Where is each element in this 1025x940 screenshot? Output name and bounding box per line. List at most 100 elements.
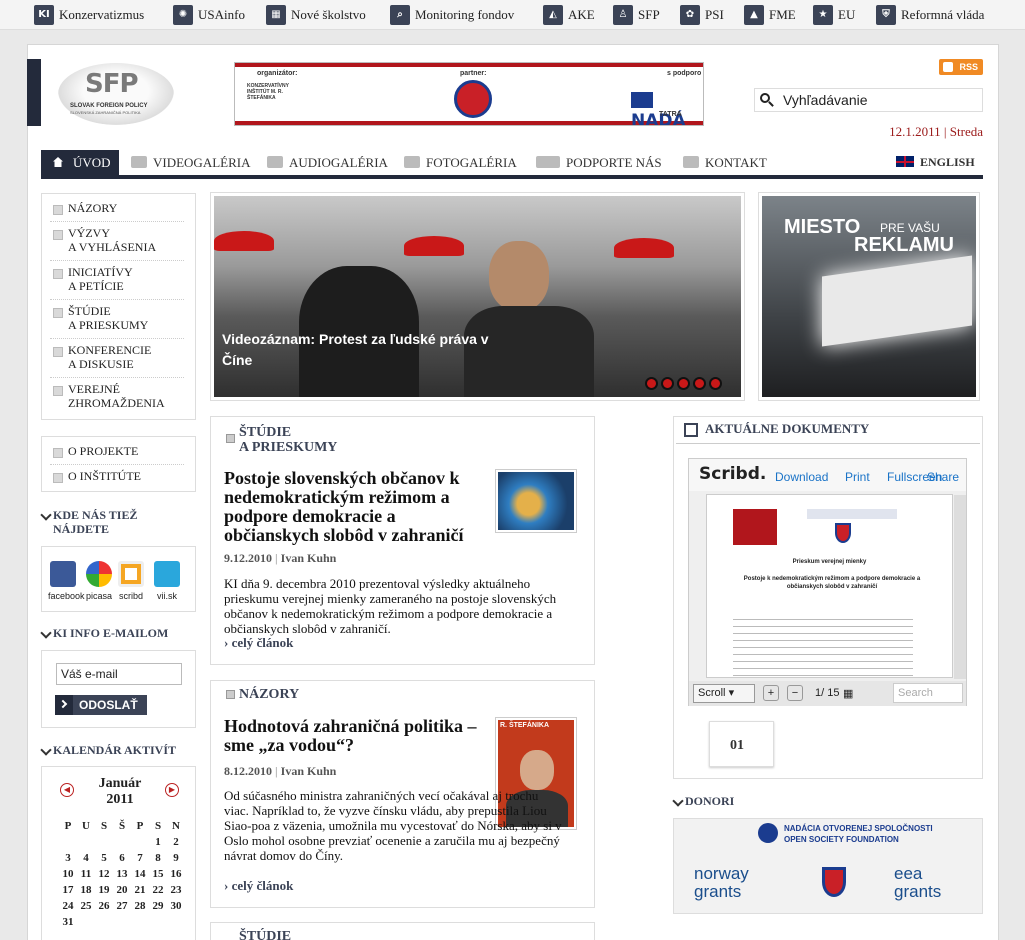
- send-button[interactable]: ODOSLAŤ: [55, 695, 147, 715]
- article-author[interactable]: Ivan Kuhn: [281, 551, 337, 565]
- menu-item-konferencie[interactable]: KONFERENCIE A DISKUSIE: [50, 343, 184, 378]
- calendar-day[interactable]: 1: [149, 836, 167, 848]
- calendar-prev-icon[interactable]: ◀: [60, 783, 74, 797]
- article-title[interactable]: Postoje slovenských občanov k nedemokrat…: [224, 469, 494, 545]
- nav-fotogaleria[interactable]: FOTOGALÉRIA: [404, 150, 517, 175]
- nos-name[interactable]: NADÁCIA OTVORENEJ SPOLOČNOSTI OPEN SOCIET…: [784, 823, 933, 845]
- menu-item-o-institute[interactable]: O INŠTITÚTE: [50, 469, 184, 487]
- nav-english[interactable]: ENGLISH: [896, 150, 975, 175]
- network-link-usainfo[interactable]: ✺ USAinfo: [173, 5, 245, 25]
- nav-audiogaleria[interactable]: AUDIOGALÉRIA: [267, 150, 388, 175]
- network-link-konzervatizmus[interactable]: KI Konzervatizmus: [34, 5, 144, 25]
- calendar-day[interactable]: 13: [113, 868, 131, 880]
- calendar-day[interactable]: 6: [113, 852, 131, 864]
- calendar-day[interactable]: 2: [167, 836, 185, 848]
- hero-caption[interactable]: Videozáznam: Protest za ľudské práva v Č…: [222, 329, 522, 371]
- calendar-day[interactable]: 24: [59, 900, 77, 912]
- calendar-day[interactable]: 21: [131, 884, 149, 896]
- article-section-label[interactable]: ŠTÚDIE: [239, 930, 291, 940]
- article-title[interactable]: Hodnotová zahraničná politika – sme „za …: [224, 717, 494, 755]
- vii-link[interactable]: vii.sk: [152, 561, 182, 601]
- grid-view-icon[interactable]: ▦: [843, 687, 853, 700]
- scribd-download-link[interactable]: Download: [775, 470, 828, 484]
- calendar-day[interactable]: 9: [167, 852, 185, 864]
- facebook-link[interactable]: facebook: [48, 561, 85, 601]
- menu-item-studie[interactable]: ŠTÚDIE A PRIESKUMY: [50, 304, 184, 339]
- calendar-day[interactable]: 11: [77, 868, 95, 880]
- eea-grants-logo[interactable]: eea grants: [894, 865, 964, 901]
- find-us-heading: KDE NÁS TIEŽ NÁJDETE: [41, 508, 137, 536]
- network-link-sfp[interactable]: ♙ SFP: [613, 5, 660, 25]
- read-more-link[interactable]: › celý článok: [224, 635, 293, 651]
- menu-item-iniciativy[interactable]: INICIATÍVY A PETÍCIE: [50, 265, 184, 300]
- network-link-monitoring-fondov[interactable]: ⌕ Monitoring fondov: [390, 5, 514, 25]
- calendar-day[interactable]: 29: [149, 900, 167, 912]
- slider-dot[interactable]: [661, 377, 674, 390]
- network-link-psi[interactable]: ✿ PSI: [680, 5, 724, 25]
- network-link-fme[interactable]: ▲ FME: [744, 5, 796, 25]
- article-thumbnail[interactable]: [495, 469, 577, 533]
- ad-banner[interactable]: MIESTO PRE VAŠU REKLAMU: [762, 196, 976, 397]
- article-section-label[interactable]: ŠTÚDIE A PRIESKUMY: [239, 425, 337, 455]
- calendar-day[interactable]: 19: [95, 884, 113, 896]
- scribd-share-link[interactable]: Share: [927, 470, 959, 484]
- calendar-day[interactable]: 25: [77, 900, 95, 912]
- article-section-label[interactable]: NÁZORY: [239, 688, 299, 702]
- calendar-day[interactable]: 23: [167, 884, 185, 896]
- calendar-day[interactable]: 31: [59, 916, 77, 928]
- menu-item-verejne[interactable]: VEREJNÉ ZHROMAŽDENIA: [50, 382, 184, 415]
- slider-dot[interactable]: [709, 377, 722, 390]
- zoom-out-icon[interactable]: −: [787, 685, 803, 701]
- article-author[interactable]: Ivan Kuhn: [281, 764, 337, 778]
- calendar-day[interactable]: 4: [77, 852, 95, 864]
- document-number-tile[interactable]: 01: [709, 721, 774, 767]
- email-field[interactable]: Váš e-mail: [56, 663, 182, 685]
- calendar-day[interactable]: 10: [59, 868, 77, 880]
- nav-kontakt[interactable]: KONTAKT: [683, 150, 767, 175]
- calendar-day[interactable]: 28: [131, 900, 149, 912]
- zoom-in-icon[interactable]: +: [763, 685, 779, 701]
- calendar-day[interactable]: 14: [131, 868, 149, 880]
- network-link-nove-skolstvo[interactable]: ▦ Nové školstvo: [266, 5, 366, 25]
- calendar-day[interactable]: 7: [131, 852, 149, 864]
- picasa-link[interactable]: picasa: [84, 561, 114, 601]
- network-link-eu[interactable]: ★ EU: [813, 5, 855, 25]
- search-input[interactable]: Vyhľadávanie: [754, 88, 983, 112]
- scribd-search-input[interactable]: Search: [893, 683, 963, 703]
- menu-item-o-projekte[interactable]: O PROJEKTE: [50, 444, 184, 465]
- calendar-day[interactable]: 12: [95, 868, 113, 880]
- nav-home[interactable]: ÚVOD: [41, 150, 119, 175]
- read-more-link[interactable]: › celý článok: [224, 878, 293, 894]
- calendar-day[interactable]: 5: [95, 852, 113, 864]
- menu-item-nazory[interactable]: NÁZORY: [50, 201, 184, 222]
- scribd-link[interactable]: scribd: [116, 561, 146, 601]
- nav-podporte-nas[interactable]: PODPORTE NÁS: [536, 150, 662, 175]
- calendar-day[interactable]: 3: [59, 852, 77, 864]
- calendar-next-icon[interactable]: ▶: [165, 783, 179, 797]
- calendar-day[interactable]: 20: [113, 884, 131, 896]
- norway-grants-logo[interactable]: norway grants: [694, 865, 764, 901]
- slider-dot[interactable]: [693, 377, 706, 390]
- calendar-day[interactable]: 16: [167, 868, 185, 880]
- site-logo[interactable]: SFP SLOVAK FOREIGN POLICY SLOVENSKÁ ZAHR…: [58, 63, 174, 125]
- calendar-day[interactable]: 22: [149, 884, 167, 896]
- network-link-reformna-vlada[interactable]: ⛨ Reformná vláda: [876, 5, 984, 25]
- calendar-day[interactable]: 26: [95, 900, 113, 912]
- calendar-day[interactable]: 18: [77, 884, 95, 896]
- calendar-day[interactable]: 17: [59, 884, 77, 896]
- header-banner[interactable]: organizátor: KONZERVATÍVNY INŠTITÚT M. R…: [234, 62, 704, 126]
- calendar-day[interactable]: 27: [113, 900, 131, 912]
- network-link-ake[interactable]: ◭ AKE: [543, 5, 595, 25]
- rss-button[interactable]: RSS: [939, 59, 983, 75]
- calendar-day[interactable]: 30: [167, 900, 185, 912]
- nav-videogaleria[interactable]: VIDEOGALÉRIA: [131, 150, 250, 175]
- slider-dot[interactable]: [677, 377, 690, 390]
- slider-dot[interactable]: [645, 377, 658, 390]
- calendar-day[interactable]: 8: [149, 852, 167, 864]
- hero-slide[interactable]: Videozáznam: Protest za ľudské práva v Č…: [214, 196, 741, 397]
- calendar-day[interactable]: 15: [149, 868, 167, 880]
- scribd-scrollbar[interactable]: [954, 495, 966, 679]
- scribd-print-link[interactable]: Print: [845, 470, 870, 484]
- menu-item-vyzvy[interactable]: VÝZVY A VYHLÁSENIA: [50, 226, 184, 261]
- scroll-mode-select[interactable]: Scroll ▾: [693, 684, 755, 703]
